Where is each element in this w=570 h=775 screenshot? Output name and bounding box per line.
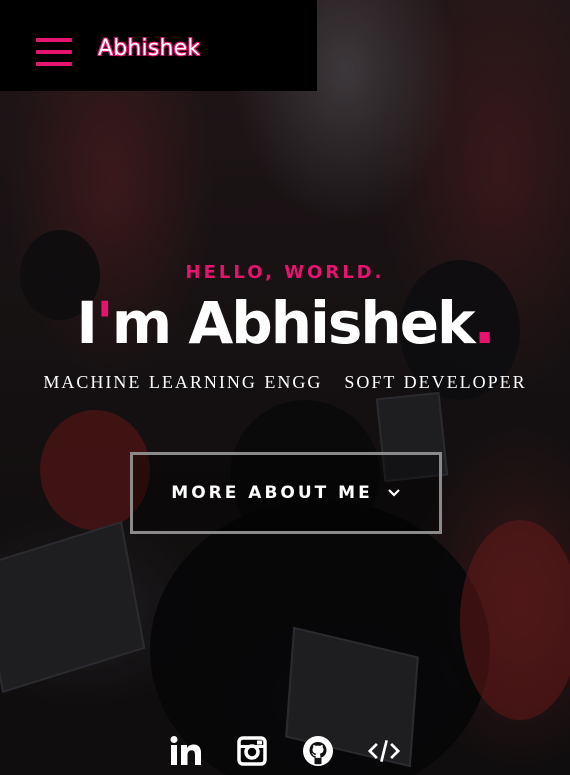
role-item: SOFT DEVELOPER	[344, 372, 527, 392]
role-item: MACHINE LEARNING ENGG	[43, 372, 323, 392]
more-about-me-button[interactable]: MORE ABOUT ME	[130, 452, 442, 534]
hero-headline: I'm Abhishek.	[0, 288, 570, 358]
headline-prefix: I	[76, 289, 98, 357]
code-icon[interactable]	[368, 735, 400, 767]
github-icon[interactable]	[302, 735, 334, 767]
linkedin-icon[interactable]	[170, 735, 202, 767]
hamburger-menu-icon[interactable]	[36, 38, 72, 66]
hero-roles: MACHINE LEARNING ENGG SOFT DEVELOPER	[0, 372, 570, 393]
social-links	[0, 733, 570, 769]
headline-apostrophe: '	[95, 289, 114, 357]
top-bar: Abhishek	[0, 0, 317, 91]
headline-main: m Abhishek	[111, 289, 476, 357]
brand-logo-text[interactable]: Abhishek	[98, 36, 200, 61]
more-about-me-label: MORE ABOUT ME	[171, 483, 373, 503]
headline-dot: .	[473, 289, 496, 357]
chevron-down-icon	[387, 486, 401, 500]
instagram-icon[interactable]	[236, 735, 268, 767]
hero-greeting: HELLO, WORLD.	[185, 262, 385, 283]
